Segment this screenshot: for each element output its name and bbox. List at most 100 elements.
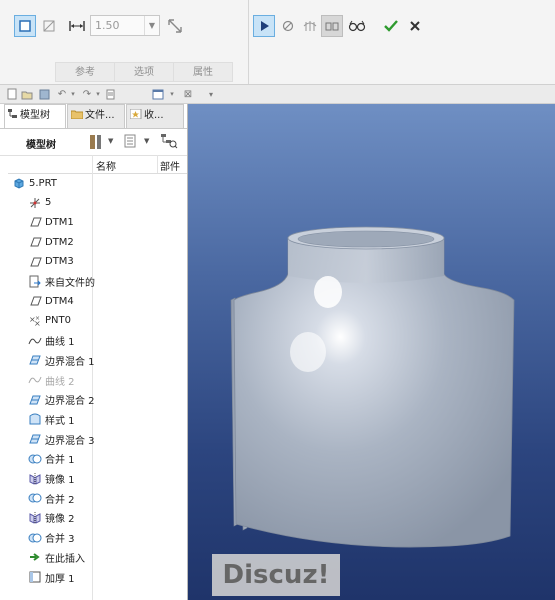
tree-item[interactable]: DTM1 bbox=[28, 213, 74, 231]
tree-item[interactable]: 样式 1 bbox=[28, 410, 75, 428]
tree-item[interactable]: 合并 3 bbox=[28, 529, 75, 547]
tree-item[interactable]: × × × PNT0 bbox=[28, 312, 71, 330]
verify-preview-icon[interactable] bbox=[346, 15, 368, 37]
tree-item-label: 合并 3 bbox=[45, 534, 75, 546]
quick-access-toolbar: ↶ ▾ ↷ ▾ ▾ ⊠ ▾ bbox=[0, 85, 555, 104]
folder-icon bbox=[70, 106, 84, 120]
chevron-down-icon[interactable]: ▾ bbox=[165, 87, 179, 101]
tree-item[interactable]: 5.PRT bbox=[12, 174, 57, 192]
tab-properties[interactable]: 属性 bbox=[173, 62, 233, 82]
column-divider bbox=[157, 155, 158, 173]
column-component[interactable]: 部件 bbox=[160, 158, 180, 173]
insert-here-arrow-icon bbox=[28, 550, 42, 564]
tree-item-label: 来自文件的 bbox=[45, 278, 95, 289]
tree-item[interactable]: 加厚 1 bbox=[28, 568, 75, 586]
preview-glasses-icon[interactable] bbox=[321, 15, 343, 37]
tree-item-label: 在此插入 bbox=[45, 553, 85, 565]
tree-item-label: DTM3 bbox=[45, 256, 74, 268]
open-icon[interactable] bbox=[20, 87, 34, 101]
tab-model-tree[interactable]: 模型树 bbox=[4, 104, 66, 129]
chevron-down-icon[interactable]: ▼ bbox=[108, 137, 113, 145]
chevron-down-icon[interactable]: ▾ bbox=[66, 87, 80, 101]
thickness-value: 1.50 bbox=[95, 19, 120, 32]
tree-item-label: PNT0 bbox=[45, 315, 71, 327]
tree-item-label: 5 bbox=[45, 197, 52, 209]
preview-off-icon[interactable] bbox=[299, 15, 321, 37]
thickness-input[interactable]: 1.50 ▼ bbox=[90, 15, 160, 36]
style-icon bbox=[28, 412, 42, 426]
tree-item[interactable]: 来自文件的 bbox=[28, 273, 95, 291]
tree-item[interactable]: DTM4 bbox=[28, 292, 74, 310]
tab-references[interactable]: 参考 bbox=[55, 62, 115, 82]
customize-icon[interactable]: ▾ bbox=[204, 87, 218, 101]
tree-item[interactable]: 镜像 2 bbox=[28, 509, 75, 527]
new-icon[interactable] bbox=[5, 87, 19, 101]
thicken-icon bbox=[28, 570, 42, 584]
chevron-down-icon[interactable]: ▼ bbox=[144, 16, 159, 35]
thickened-part-model[interactable] bbox=[188, 104, 555, 600]
tree-item[interactable]: 5 bbox=[28, 194, 51, 212]
tree-item-label: 边界混合 1 bbox=[45, 356, 95, 368]
tab-folder-label: 文件... bbox=[85, 110, 115, 121]
column-name[interactable]: 名称 bbox=[96, 158, 116, 173]
chevron-down-icon[interactable]: ▼ bbox=[144, 137, 149, 145]
cancel-x-icon[interactable] bbox=[404, 15, 426, 37]
tree-item-label: 5.PRT bbox=[29, 177, 57, 189]
solid-surface-icon[interactable] bbox=[14, 15, 36, 37]
model-tree-icon bbox=[8, 106, 18, 118]
model-tree-menu[interactable]: 模型树 bbox=[26, 136, 56, 151]
close-window-icon[interactable]: ⊠ bbox=[181, 87, 195, 101]
tab-favorites[interactable]: 收... bbox=[126, 104, 184, 128]
surface-icon[interactable] bbox=[38, 15, 60, 37]
tree-item[interactable]: 曲线 1 bbox=[28, 332, 75, 350]
windows-icon[interactable] bbox=[151, 87, 165, 101]
tree-item[interactable]: 曲线 2 bbox=[28, 371, 75, 389]
datum-plane-icon bbox=[28, 294, 42, 308]
tree-item[interactable]: 边界混合 3 bbox=[28, 430, 95, 448]
tab-folder-browser[interactable]: 文件... bbox=[67, 104, 125, 128]
mirror-icon bbox=[28, 511, 42, 525]
coordinate-system-icon bbox=[28, 196, 42, 210]
tree-item-label: 合并 1 bbox=[45, 455, 75, 467]
regenerate-icon[interactable] bbox=[103, 87, 117, 101]
tree-item[interactable]: 在此插入 bbox=[28, 548, 85, 566]
boundary-blend-icon bbox=[28, 353, 42, 367]
thickness-icon bbox=[66, 15, 88, 37]
tools-icon[interactable] bbox=[89, 134, 103, 153]
tab-options[interactable]: 选项 bbox=[114, 62, 174, 82]
tree-item[interactable]: 镜像 1 bbox=[28, 470, 75, 488]
merge-icon bbox=[28, 491, 42, 505]
graphics-viewport[interactable] bbox=[188, 104, 555, 600]
watermark: Discuz! bbox=[212, 554, 340, 596]
tab-favorites-label: 收... bbox=[144, 110, 164, 121]
merge-icon bbox=[28, 531, 42, 545]
tree-item-label: 合并 2 bbox=[45, 494, 75, 506]
datum-plane-icon bbox=[28, 215, 42, 229]
tab-model-tree-label: 模型树 bbox=[20, 110, 50, 121]
ok-check-icon[interactable] bbox=[380, 15, 402, 37]
save-icon[interactable] bbox=[37, 87, 51, 101]
stop-icon[interactable] bbox=[277, 15, 299, 37]
favorites-icon bbox=[129, 106, 142, 120]
tree-item-label: 曲线 1 bbox=[45, 337, 75, 349]
tree-item-label: 镜像 1 bbox=[45, 475, 75, 486]
model-tree-toolbar: 模型树 ▼ ▼ bbox=[0, 128, 187, 156]
tree-item[interactable]: 边界混合 2 bbox=[28, 391, 95, 409]
datum-point-icon: × × × bbox=[28, 314, 42, 328]
svg-text:×: × bbox=[35, 315, 40, 322]
flip-direction-icon[interactable] bbox=[164, 15, 186, 37]
settings-list-icon[interactable] bbox=[124, 134, 136, 151]
tree-item-label: 边界混合 3 bbox=[45, 435, 95, 447]
tree-filter-icon[interactable] bbox=[160, 133, 178, 152]
pause-icon[interactable] bbox=[253, 15, 275, 37]
tree-item[interactable]: 边界混合 1 bbox=[28, 351, 95, 369]
tree-item[interactable]: 合并 1 bbox=[28, 450, 75, 468]
navigator-panel: 模型树 文件... 收... 模型树 ▼ ▼ 名称 部件 5.PRT 5 DTM1 D… bbox=[0, 104, 188, 600]
tree-item[interactable]: 合并 2 bbox=[28, 489, 75, 507]
ribbon-separator bbox=[248, 0, 249, 84]
tree-item[interactable]: DTM2 bbox=[28, 233, 74, 251]
tree-item-label: DTM4 bbox=[45, 295, 74, 307]
boundary-blend-icon bbox=[28, 432, 42, 446]
tree-item[interactable]: DTM3 bbox=[28, 253, 74, 271]
merge-icon bbox=[28, 452, 42, 466]
